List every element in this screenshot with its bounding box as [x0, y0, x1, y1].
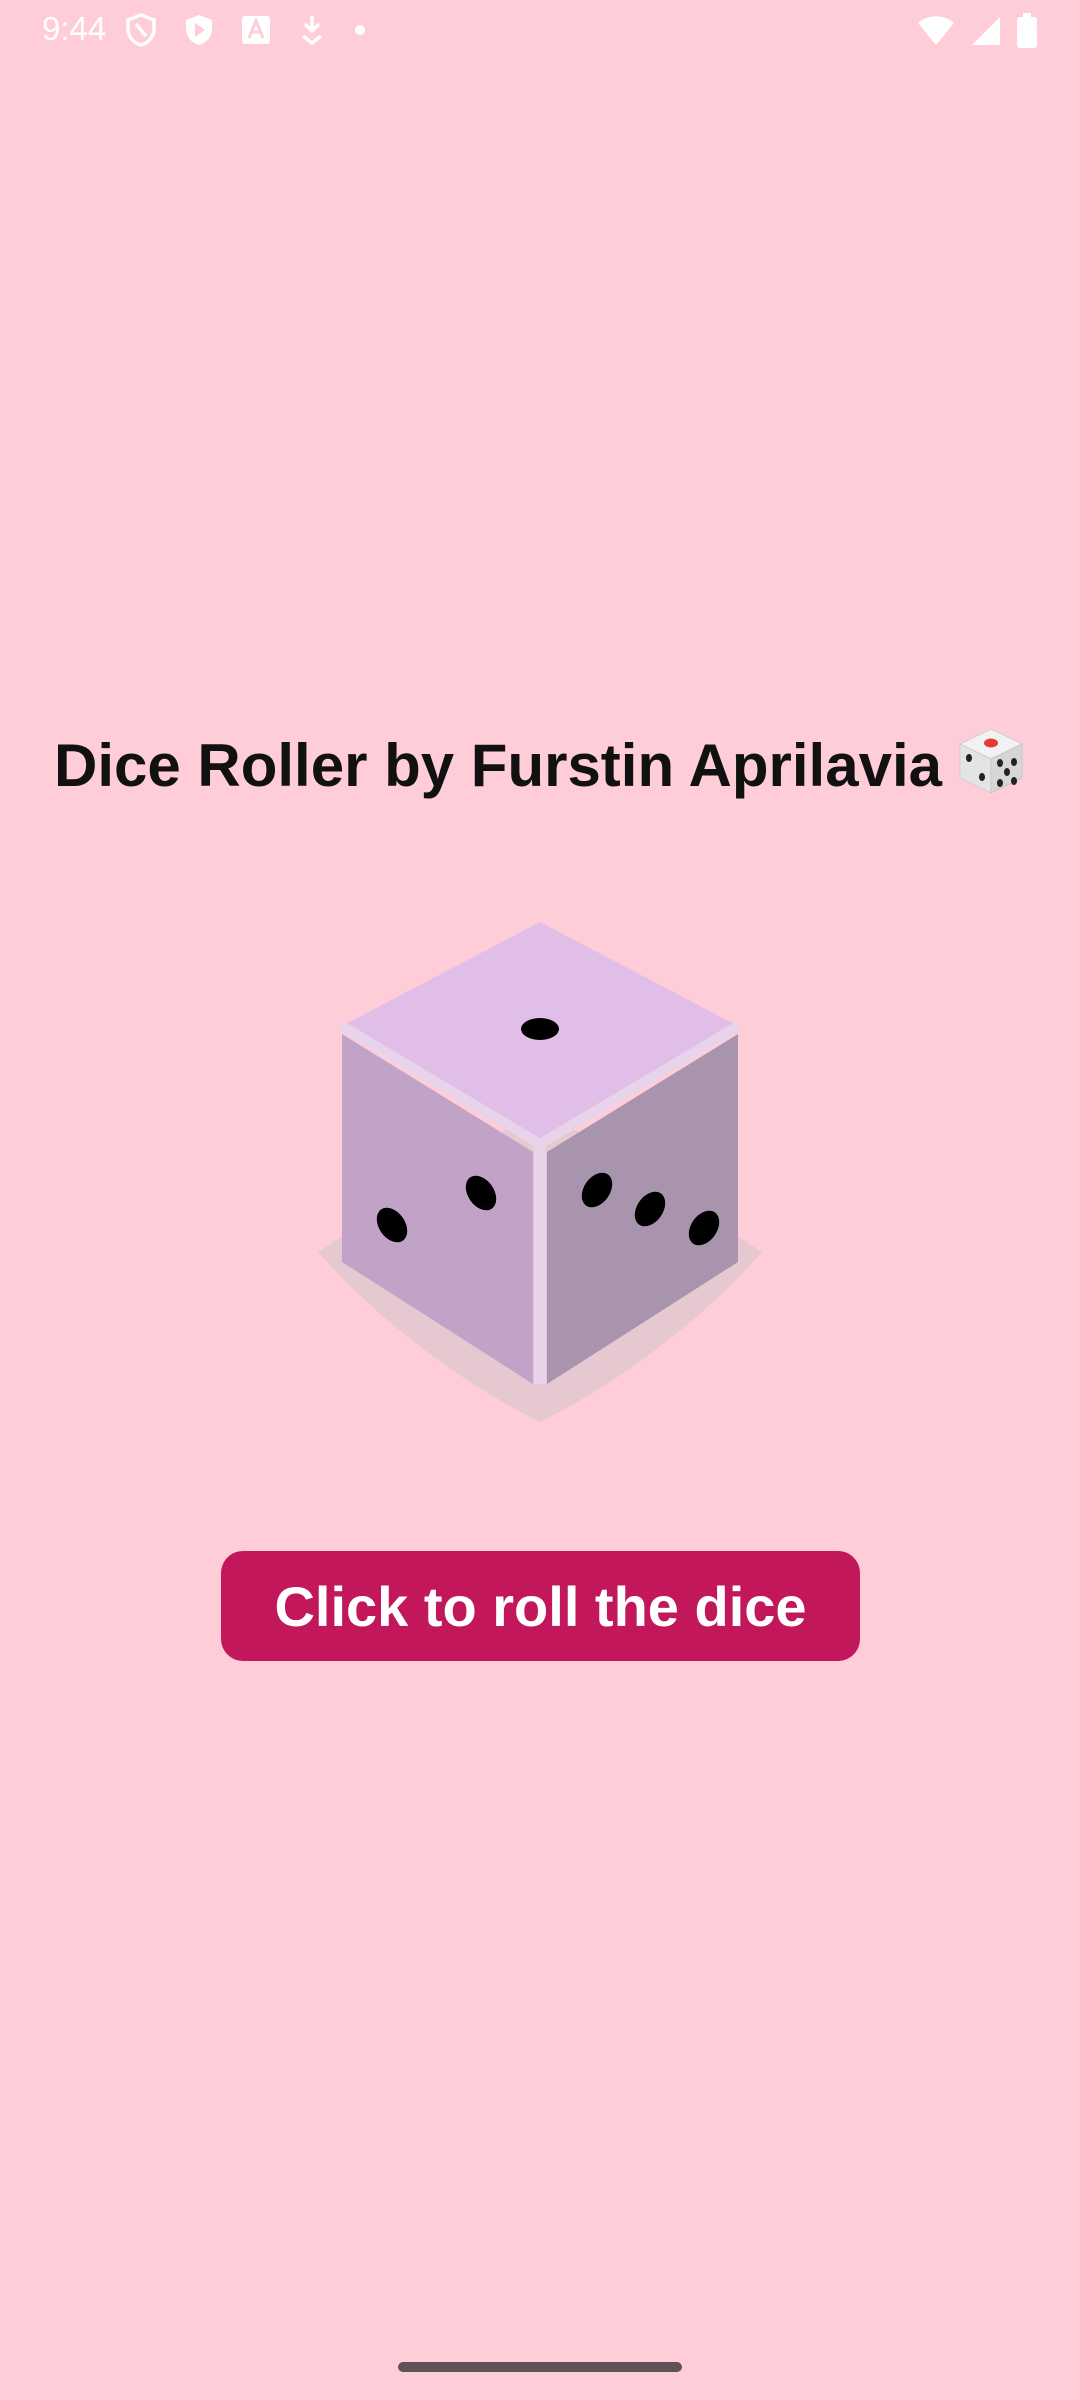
title-text: Dice Roller by Furstin Aprilavia: [53, 732, 943, 799]
dice-pip: [521, 1018, 559, 1040]
a-box-icon: [241, 15, 271, 45]
gesture-nav-handle[interactable]: [398, 2362, 682, 2372]
status-right-icons: [916, 13, 1038, 49]
roll-dice-button[interactable]: Click to roll the dice: [221, 1551, 860, 1661]
dice-image: [300, 912, 780, 1432]
wifi-icon: [916, 15, 956, 47]
cellular-signal-icon: [970, 15, 1002, 47]
dot-icon: [353, 23, 367, 37]
status-time: 9:44: [42, 10, 107, 47]
battery-icon: [1016, 13, 1038, 49]
play-shield-icon: [183, 13, 215, 47]
status-bar: 9:44: [0, 0, 1080, 64]
page-title: Dice Roller by Furstin Aprilavia: [0, 726, 1080, 810]
shield-outline-icon: [125, 13, 157, 47]
status-left-icons: [125, 13, 367, 47]
download-icon: [297, 14, 327, 46]
game-die-icon: [956, 726, 1026, 810]
